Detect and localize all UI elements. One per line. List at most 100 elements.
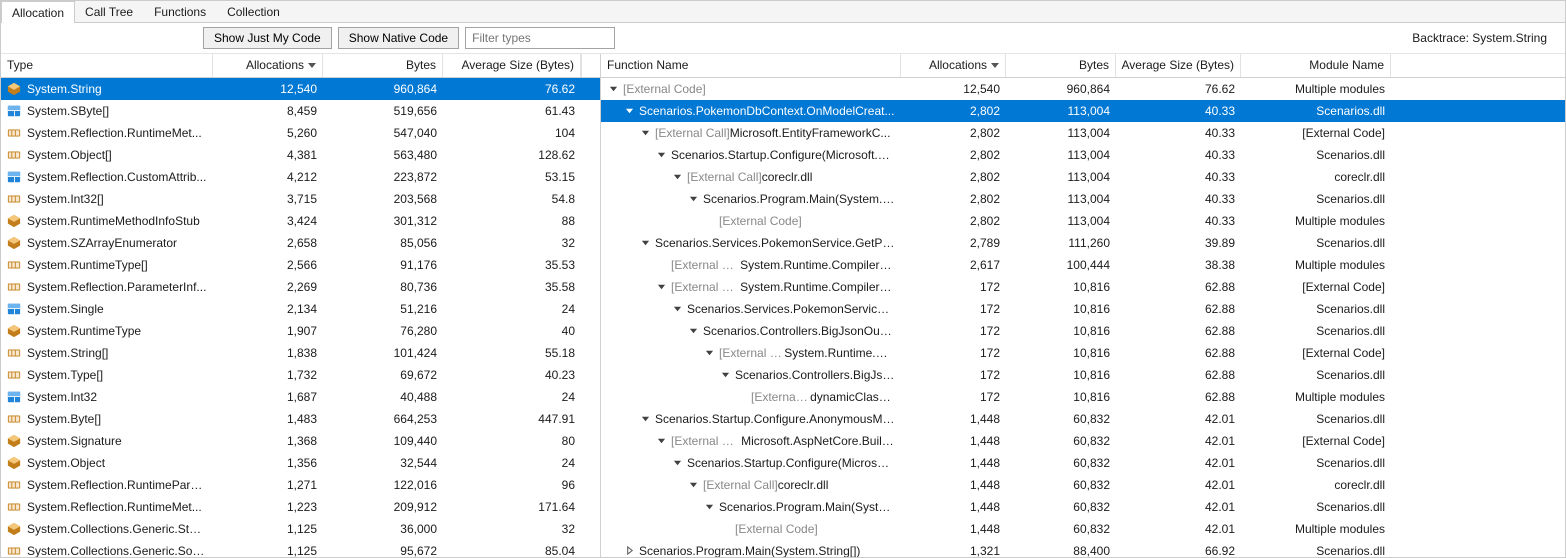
- backtrace-row[interactable]: Scenarios.Controllers.BigJsonOutp...1721…: [601, 364, 1565, 386]
- type-cell: System.Type[]: [1, 368, 213, 382]
- types-row[interactable]: System.String12,540960,86476.62: [1, 78, 600, 100]
- col-allocations[interactable]: Allocations: [213, 54, 323, 77]
- bt-avg-cell: 40.33: [1116, 170, 1241, 184]
- expander-open-icon[interactable]: [703, 501, 715, 513]
- types-row[interactable]: System.RuntimeType[]2,56691,17635.53: [1, 254, 600, 276]
- backtrace-row[interactable]: [External Code]2,802113,00440.33Multiple…: [601, 210, 1565, 232]
- expander-open-icon[interactable]: [623, 105, 635, 117]
- expander-open-icon[interactable]: [639, 413, 651, 425]
- tab-allocation[interactable]: Allocation: [1, 1, 75, 23]
- types-row[interactable]: System.Type[]1,73269,67240.23: [1, 364, 600, 386]
- col-type[interactable]: Type: [1, 54, 213, 77]
- types-row[interactable]: System.Int321,68740,48824: [1, 386, 600, 408]
- module-cell: Scenarios.dll: [1241, 368, 1391, 382]
- function-name: Scenarios.Startup.Configure(Microsoft.As…: [687, 456, 895, 470]
- types-row[interactable]: System.Collections.Generic.Sort...1,1259…: [1, 540, 600, 557]
- types-row[interactable]: System.Int32[]3,715203,56854.8: [1, 188, 600, 210]
- types-row[interactable]: System.Reflection.RuntimeMet...1,223209,…: [1, 496, 600, 518]
- backtrace-row[interactable]: Scenarios.Program.Main(System.Stri...2,8…: [601, 188, 1565, 210]
- type-name: System.String: [27, 82, 102, 96]
- bt-bytes-cell: 10,816: [1006, 302, 1116, 316]
- expander-closed-icon[interactable]: [623, 545, 635, 557]
- class-icon: [7, 236, 21, 250]
- bt-allocations-cell: 2,802: [901, 148, 1006, 162]
- types-row[interactable]: System.Byte[]1,483664,253447.91: [1, 408, 600, 430]
- col-avg-size[interactable]: Average Size (Bytes): [443, 54, 581, 77]
- types-row[interactable]: System.Single2,13451,21624: [1, 298, 600, 320]
- col-bt-bytes[interactable]: Bytes: [1006, 54, 1116, 77]
- expander-open-icon[interactable]: [639, 127, 651, 139]
- backtrace-row[interactable]: Scenarios.Startup.Configure(Microsoft.As…: [601, 144, 1565, 166]
- expander-open-icon[interactable]: [687, 193, 699, 205]
- expander-open-icon[interactable]: [719, 369, 731, 381]
- button-show-just-my-code[interactable]: Show Just My Code: [203, 27, 332, 49]
- col-module-name[interactable]: Module Name: [1241, 54, 1391, 77]
- types-row[interactable]: System.RuntimeMethodInfoStub3,424301,312…: [1, 210, 600, 232]
- function-cell: [External Call] System.Runtime.CompilerS…: [601, 258, 901, 272]
- types-row[interactable]: System.Reflection.RuntimeMet...5,260547,…: [1, 122, 600, 144]
- backtrace-row[interactable]: Scenarios.Program.Main(System.Stri...1,4…: [601, 496, 1565, 518]
- expander-open-icon[interactable]: [655, 149, 667, 161]
- bt-allocations-cell: 2,802: [901, 104, 1006, 118]
- backtrace-row[interactable]: [External Call] coreclr.dll1,44860,83242…: [601, 474, 1565, 496]
- types-row[interactable]: System.String[]1,838101,42455.18: [1, 342, 600, 364]
- backtrace-row[interactable]: Scenarios.Startup.Configure(Microsoft.As…: [601, 452, 1565, 474]
- bt-allocations-cell: 1,448: [901, 500, 1006, 514]
- expander-open-icon[interactable]: [671, 457, 683, 469]
- backtrace-row[interactable]: [External Call] System.Runtime.CompilerS…: [601, 254, 1565, 276]
- expander-open-icon[interactable]: [655, 435, 667, 447]
- bt-bytes-cell: 60,832: [1006, 478, 1116, 492]
- backtrace-row[interactable]: [External Code]1,44860,83242.01Multiple …: [601, 518, 1565, 540]
- types-row[interactable]: System.Object[]4,381563,480128.62: [1, 144, 600, 166]
- backtrace-row[interactable]: Scenarios.Services.PokemonService.GetPok…: [601, 232, 1565, 254]
- types-row[interactable]: System.Reflection.ParameterInf...2,26980…: [1, 276, 600, 298]
- backtrace-row[interactable]: Scenarios.Startup.Configure.AnonymousMet…: [601, 408, 1565, 430]
- tab-call-tree[interactable]: Call Tree: [75, 1, 144, 22]
- expander-open-icon[interactable]: [703, 347, 715, 359]
- expander-open-icon[interactable]: [687, 325, 699, 337]
- button-show-native-code[interactable]: Show Native Code: [338, 27, 459, 49]
- backtrace-row[interactable]: Scenarios.PokemonDbContext.OnModelCreat.…: [601, 100, 1565, 122]
- types-row[interactable]: System.Reflection.RuntimePara...1,271122…: [1, 474, 600, 496]
- tab-collection[interactable]: Collection: [217, 1, 291, 22]
- backtrace-row[interactable]: [External Call] Microsoft.AspNetCore.Bui…: [601, 430, 1565, 452]
- types-row[interactable]: System.Reflection.CustomAttrib...4,21222…: [1, 166, 600, 188]
- types-row[interactable]: System.SByte[]8,459519,65661.43: [1, 100, 600, 122]
- allocations-cell: 1,125: [213, 544, 323, 557]
- tab-functions[interactable]: Functions: [144, 1, 217, 22]
- expander-open-icon[interactable]: [607, 83, 619, 95]
- backtrace-row[interactable]: [External Call] System.Runtime.CompilerS…: [601, 276, 1565, 298]
- allocations-cell: 1,907: [213, 324, 323, 338]
- expander-open-icon[interactable]: [639, 237, 651, 249]
- col-bytes[interactable]: Bytes: [323, 54, 443, 77]
- type-cell: System.Reflection.RuntimeMet...: [1, 500, 213, 514]
- expander-open-icon[interactable]: [687, 479, 699, 491]
- types-row[interactable]: System.Collections.Generic.Stac...1,1253…: [1, 518, 600, 540]
- types-row[interactable]: System.SZArrayEnumerator2,65885,05632: [1, 232, 600, 254]
- backtrace-row[interactable]: [External Call] Microsoft.EntityFramewor…: [601, 122, 1565, 144]
- types-row[interactable]: System.Signature1,368109,44080: [1, 430, 600, 452]
- expander-open-icon[interactable]: [671, 303, 683, 315]
- col-bt-allocations[interactable]: Allocations: [901, 54, 1006, 77]
- types-row[interactable]: System.Object1,35632,54424: [1, 452, 600, 474]
- bt-allocations-cell: 172: [901, 280, 1006, 294]
- types-row[interactable]: System.RuntimeType1,90776,28040: [1, 320, 600, 342]
- function-cell: [External Code]: [601, 82, 901, 96]
- backtrace-row[interactable]: Scenarios.Controllers.BigJsonOutputC...1…: [601, 320, 1565, 342]
- backtrace-row[interactable]: [External Code]12,540960,86476.62Multipl…: [601, 78, 1565, 100]
- types-body[interactable]: System.String12,540960,86476.62System.SB…: [1, 78, 600, 557]
- backtrace-body[interactable]: [External Code]12,540960,86476.62Multipl…: [601, 78, 1565, 557]
- expander-open-icon[interactable]: [655, 281, 667, 293]
- col-bt-avg[interactable]: Average Size (Bytes): [1116, 54, 1241, 77]
- backtrace-row[interactable]: [External Call] System.Runtime.Com...172…: [601, 342, 1565, 364]
- function-name: Scenarios.Services.PokemonService.GetP..…: [687, 302, 895, 316]
- class-icon: [7, 434, 21, 448]
- col-function-name[interactable]: Function Name: [601, 54, 901, 77]
- expander-open-icon[interactable]: [671, 171, 683, 183]
- backtrace-row[interactable]: [External Call] dynamicClass.lam...17210…: [601, 386, 1565, 408]
- backtrace-row[interactable]: Scenarios.Program.Main(System.String[])1…: [601, 540, 1565, 557]
- module-cell: Scenarios.dll: [1241, 544, 1391, 557]
- backtrace-row[interactable]: [External Call] coreclr.dll2,802113,0044…: [601, 166, 1565, 188]
- filter-types-input[interactable]: [465, 27, 615, 49]
- backtrace-row[interactable]: Scenarios.Services.PokemonService.GetP..…: [601, 298, 1565, 320]
